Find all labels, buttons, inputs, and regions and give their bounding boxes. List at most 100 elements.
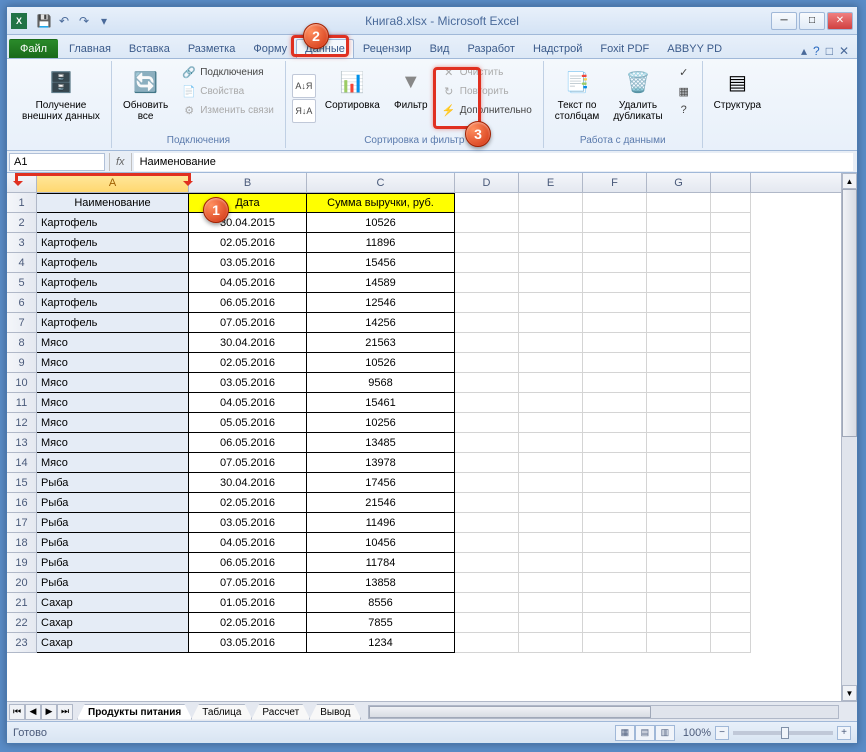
cell[interactable]: 05.05.2016: [189, 413, 307, 433]
refresh-all-button[interactable]: 🔄 Обновить все: [118, 63, 173, 133]
cell[interactable]: Картофель: [37, 273, 189, 293]
cell[interactable]: [711, 353, 751, 373]
cell[interactable]: 10256: [307, 413, 455, 433]
cell[interactable]: 30.04.2016: [189, 473, 307, 493]
cell[interactable]: [583, 233, 647, 253]
cell[interactable]: [519, 553, 583, 573]
cell[interactable]: Рыба: [37, 513, 189, 533]
cell[interactable]: [519, 633, 583, 653]
cell[interactable]: 03.05.2016: [189, 253, 307, 273]
cell[interactable]: [583, 273, 647, 293]
cell[interactable]: [519, 213, 583, 233]
cell[interactable]: [455, 453, 519, 473]
cell[interactable]: Сахар: [37, 613, 189, 633]
scroll-up-button[interactable]: ▲: [842, 173, 857, 189]
cell[interactable]: 30.04.2016: [189, 333, 307, 353]
cell[interactable]: 8556: [307, 593, 455, 613]
zoom-in-button[interactable]: +: [837, 726, 851, 740]
cell[interactable]: [455, 333, 519, 353]
cell[interactable]: [647, 373, 711, 393]
fx-button[interactable]: fx: [109, 153, 132, 171]
filter-button[interactable]: ▼ Фильтр: [389, 63, 433, 133]
minimize-ribbon-icon[interactable]: ▴: [801, 44, 807, 58]
cell[interactable]: [647, 313, 711, 333]
cell[interactable]: [711, 573, 751, 593]
horizontal-scrollbar[interactable]: [368, 705, 839, 719]
cell[interactable]: [647, 473, 711, 493]
cell[interactable]: [647, 453, 711, 473]
cell[interactable]: [455, 633, 519, 653]
cell[interactable]: [583, 453, 647, 473]
cell[interactable]: [583, 433, 647, 453]
row-header[interactable]: 15: [7, 473, 37, 493]
cell[interactable]: [519, 373, 583, 393]
tab-file[interactable]: Файл: [9, 39, 58, 58]
hscroll-thumb[interactable]: [369, 706, 650, 718]
cell[interactable]: [455, 213, 519, 233]
consolidate-button[interactable]: ▦: [672, 82, 696, 100]
cell[interactable]: [647, 213, 711, 233]
cell[interactable]: [583, 473, 647, 493]
cell[interactable]: Мясо: [37, 453, 189, 473]
sort-button[interactable]: 📊 Сортировка: [320, 63, 385, 133]
cell[interactable]: Сахар: [37, 633, 189, 653]
cell[interactable]: [711, 533, 751, 553]
tab-developer[interactable]: Разработ: [458, 39, 523, 58]
cell[interactable]: Сахар: [37, 593, 189, 613]
cell[interactable]: 04.05.2016: [189, 393, 307, 413]
cell[interactable]: 15461: [307, 393, 455, 413]
cell[interactable]: [519, 473, 583, 493]
cell[interactable]: 10526: [307, 213, 455, 233]
edit-links-button[interactable]: ⚙Изменить связи: [177, 101, 279, 119]
cell[interactable]: Мясо: [37, 393, 189, 413]
cell[interactable]: [583, 553, 647, 573]
row-header[interactable]: 14: [7, 453, 37, 473]
cell[interactable]: 02.05.2016: [189, 613, 307, 633]
cell[interactable]: 01.05.2016: [189, 593, 307, 613]
sheet-tab-0[interactable]: Продукты питания: [77, 704, 192, 720]
row-header[interactable]: 11: [7, 393, 37, 413]
cell[interactable]: [647, 413, 711, 433]
row-header[interactable]: 9: [7, 353, 37, 373]
cell[interactable]: [455, 593, 519, 613]
scroll-down-button[interactable]: ▼: [842, 685, 857, 701]
cell[interactable]: [583, 253, 647, 273]
sheet-tab-3[interactable]: Вывод: [309, 704, 361, 720]
cell[interactable]: [647, 193, 711, 213]
zoom-slider[interactable]: [733, 731, 833, 735]
sheet-next-button[interactable]: ▶: [41, 704, 57, 720]
external-data-button[interactable]: 🗄️ Получение внешних данных: [17, 63, 105, 144]
cell[interactable]: [519, 233, 583, 253]
cell[interactable]: 06.05.2016: [189, 433, 307, 453]
cell[interactable]: Картофель: [37, 293, 189, 313]
cell[interactable]: [711, 453, 751, 473]
cell[interactable]: [519, 333, 583, 353]
cell[interactable]: 02.05.2016: [189, 353, 307, 373]
maximize-button[interactable]: □: [799, 12, 825, 30]
cell[interactable]: [455, 433, 519, 453]
cell[interactable]: [711, 213, 751, 233]
row-header[interactable]: 5: [7, 273, 37, 293]
cell[interactable]: [647, 493, 711, 513]
tab-foxit[interactable]: Foxit PDF: [591, 39, 658, 58]
row-header[interactable]: 7: [7, 313, 37, 333]
view-layout-button[interactable]: ▤: [635, 725, 655, 741]
cell[interactable]: [711, 613, 751, 633]
sheet-prev-button[interactable]: ◀: [25, 704, 41, 720]
tab-home[interactable]: Главная: [60, 39, 120, 58]
cell[interactable]: [647, 553, 711, 573]
cell[interactable]: [583, 493, 647, 513]
tab-abbyy[interactable]: ABBYY PD: [658, 39, 731, 58]
cell[interactable]: [711, 593, 751, 613]
cell[interactable]: [519, 193, 583, 213]
cell[interactable]: [583, 373, 647, 393]
sheet-tab-2[interactable]: Рассчет: [251, 704, 310, 720]
cell[interactable]: [455, 553, 519, 573]
cell[interactable]: [519, 513, 583, 533]
row-header[interactable]: 6: [7, 293, 37, 313]
cell[interactable]: 07.05.2016: [189, 573, 307, 593]
cell[interactable]: 11784: [307, 553, 455, 573]
row-header[interactable]: 8: [7, 333, 37, 353]
cell[interactable]: [583, 613, 647, 633]
cell[interactable]: 06.05.2016: [189, 293, 307, 313]
